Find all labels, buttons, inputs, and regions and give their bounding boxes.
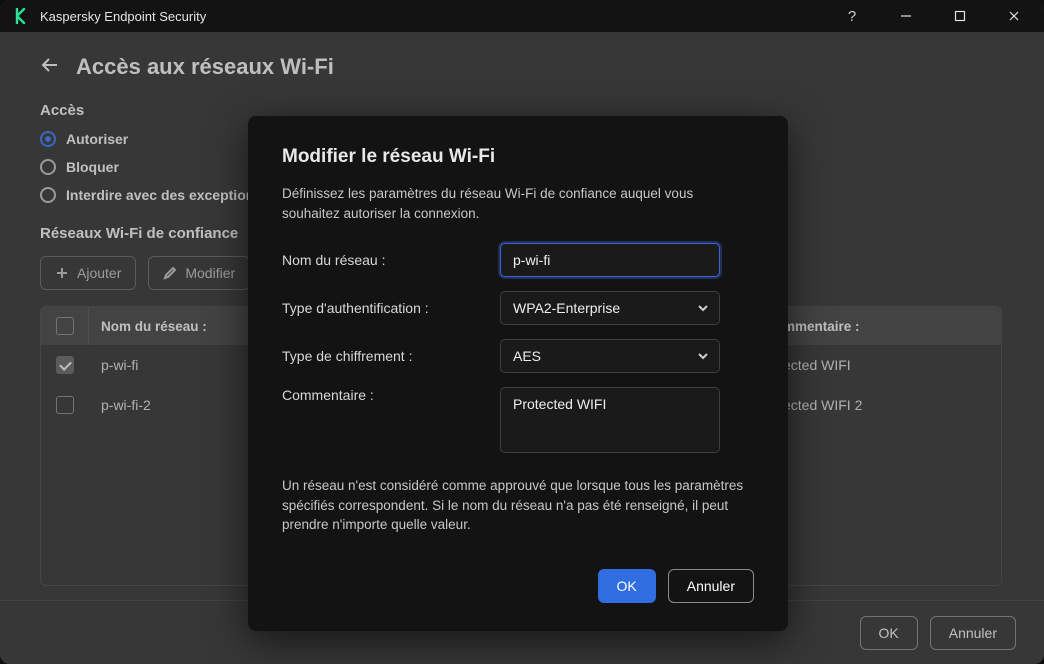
field-label-auth: Type d'authentification :: [282, 300, 500, 316]
minimize-button[interactable]: [884, 0, 928, 32]
app-logo-icon: [14, 8, 30, 24]
encryption-type-select[interactable]: AES: [500, 339, 720, 373]
chevron-down-icon: [697, 350, 709, 362]
field-label-enc: Type de chiffrement :: [282, 348, 500, 364]
modal-ok-button[interactable]: OK: [598, 569, 656, 603]
titlebar: Kaspersky Endpoint Security ?: [0, 0, 1044, 32]
modal-description: Définissez les paramètres du réseau Wi-F…: [282, 184, 754, 223]
comment-textarea[interactable]: [500, 387, 720, 453]
auth-type-select[interactable]: WPA2-Enterprise: [500, 291, 720, 325]
modal-title: Modifier le réseau Wi-Fi: [282, 146, 754, 168]
app-window: Kaspersky Endpoint Security ? Accès aux …: [0, 0, 1044, 664]
modal-cancel-button[interactable]: Annuler: [668, 569, 754, 603]
close-button[interactable]: [992, 0, 1036, 32]
help-button[interactable]: ?: [830, 0, 874, 32]
edit-wifi-modal: Modifier le réseau Wi-Fi Définissez les …: [248, 116, 788, 631]
network-name-input[interactable]: [500, 243, 720, 277]
field-label-name: Nom du réseau :: [282, 252, 500, 268]
field-label-comment: Commentaire :: [282, 387, 500, 403]
modal-note: Un réseau n'est considéré comme approuvé…: [282, 476, 754, 535]
maximize-button[interactable]: [938, 0, 982, 32]
auth-type-value: WPA2-Enterprise: [513, 300, 620, 316]
app-title: Kaspersky Endpoint Security: [40, 9, 206, 24]
encryption-type-value: AES: [513, 348, 541, 364]
chevron-down-icon: [697, 302, 709, 314]
